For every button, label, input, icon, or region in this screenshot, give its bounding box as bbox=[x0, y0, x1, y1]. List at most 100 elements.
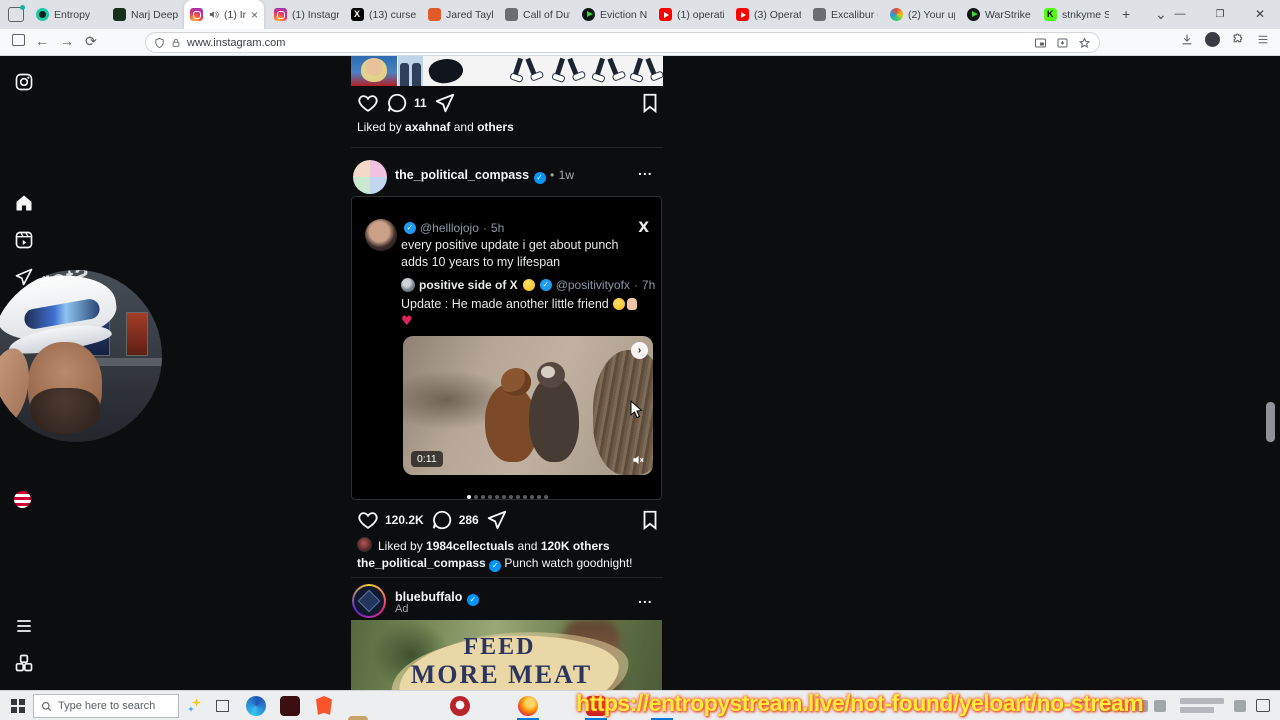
post-divider bbox=[351, 147, 663, 148]
tab-jared-taylor[interactable]: Jared Taylor | bbox=[422, 0, 499, 29]
post-media-tweet-embed[interactable]: ✓ @helllojojo · 5h X every positive upda… bbox=[351, 196, 662, 500]
comment-icon[interactable] bbox=[386, 92, 408, 114]
taskbar-clock[interactable] bbox=[1180, 698, 1224, 716]
address-bar[interactable]: www.instagram.com bbox=[145, 32, 1100, 53]
face-emoji bbox=[522, 279, 535, 291]
taskbar-app-red-icon[interactable] bbox=[450, 696, 470, 716]
window-close-button[interactable]: ✕ bbox=[1240, 0, 1280, 29]
tab-curse[interactable]: (13) curse - S bbox=[345, 0, 422, 29]
home-icon[interactable] bbox=[14, 193, 34, 213]
taskbar-app-tan-icon[interactable] bbox=[348, 716, 368, 720]
ad-headline-line2: MORE MEAT bbox=[410, 660, 593, 689]
taskbar-firefox-icon[interactable] bbox=[518, 696, 538, 716]
like-heart-icon[interactable] bbox=[357, 509, 379, 531]
bookmark-star-icon[interactable] bbox=[1078, 36, 1091, 49]
menu-hamburger-icon[interactable] bbox=[14, 616, 34, 636]
meta-apps-icon[interactable] bbox=[14, 653, 34, 673]
tracking-shield-icon[interactable] bbox=[154, 37, 165, 49]
tab-entropy[interactable]: Entropy bbox=[30, 0, 107, 29]
notification-center-icon[interactable] bbox=[1256, 699, 1270, 712]
forward-button[interactable]: → bbox=[60, 33, 74, 49]
tab-your-uploads[interactable]: (2) Your uploa bbox=[884, 0, 961, 29]
tab-manager-icon[interactable] bbox=[8, 5, 25, 22]
downloads-icon[interactable] bbox=[1180, 33, 1194, 46]
url-text[interactable]: www.instagram.com bbox=[187, 37, 1028, 49]
pleading-face-emoji bbox=[613, 298, 626, 310]
task-view-icon[interactable] bbox=[216, 700, 229, 712]
window-minimize-button[interactable]: — bbox=[1160, 0, 1200, 29]
instagram-logo-icon[interactable] bbox=[14, 72, 34, 92]
tab-operation-1[interactable]: (1) operation bbox=[653, 0, 730, 29]
x-verified-badge: ✓ bbox=[539, 279, 552, 291]
comment-count: 11 bbox=[414, 96, 427, 110]
taskbar-app-darkred-icon[interactable] bbox=[280, 696, 300, 716]
bookmark-icon[interactable] bbox=[639, 92, 661, 114]
bookmark-icon[interactable] bbox=[639, 509, 661, 531]
post-options-button[interactable]: ... bbox=[638, 162, 653, 178]
entropy-favicon bbox=[36, 8, 49, 21]
share-icon[interactable] bbox=[486, 509, 508, 531]
tab-kick-stream[interactable]: stnkyme Strea bbox=[1038, 0, 1115, 29]
liked-by-row[interactable]: Liked by 1984cellectuals and 120K others bbox=[378, 539, 610, 553]
gray-favicon bbox=[813, 8, 826, 21]
taskbar-search-box[interactable]: Type here to search bbox=[33, 694, 179, 718]
tab-instagram-active[interactable]: (1) Inst × bbox=[184, 0, 264, 29]
ad-label: Ad bbox=[395, 603, 409, 615]
verified-badge: ✓ bbox=[489, 560, 502, 572]
carousel-dots[interactable] bbox=[352, 486, 661, 499]
liked-by-row[interactable]: Liked by axahnaf and others bbox=[357, 120, 514, 134]
extensions-icon[interactable] bbox=[1231, 33, 1245, 46]
quoted-tweet[interactable]: positive side of X ✓ @positivityofx · 7h… bbox=[401, 278, 657, 476]
tab-close-icon[interactable]: × bbox=[251, 9, 258, 21]
tab-eviction[interactable]: Eviction Notic bbox=[576, 0, 653, 29]
tray-icon[interactable] bbox=[1234, 700, 1246, 712]
stream-watermark: https://entropystream.live/not-found/yel… bbox=[576, 690, 1144, 716]
copilot-icon[interactable] bbox=[188, 697, 205, 714]
post-options-button[interactable]: ... bbox=[638, 590, 653, 606]
split-window-icon[interactable] bbox=[12, 34, 25, 46]
tab-operation-3[interactable]: (3) Operation bbox=[730, 0, 807, 29]
browser-menu-icon[interactable] bbox=[1256, 33, 1270, 46]
tab-narj[interactable]: Narj Deepslic bbox=[107, 0, 184, 29]
walking-legs bbox=[551, 57, 585, 85]
profile-avatar[interactable] bbox=[14, 491, 31, 508]
liker-mini-avatar[interactable] bbox=[357, 537, 372, 552]
mute-audio-icon[interactable] bbox=[631, 453, 645, 467]
tray-icon[interactable] bbox=[1154, 700, 1166, 712]
tab-warstrike[interactable]: WarStrike bbox=[961, 0, 1038, 29]
comment-icon[interactable] bbox=[431, 509, 453, 531]
instagram-page: 11 Liked by axahnaf and others the_polit… bbox=[0, 56, 1280, 690]
tab-instagram-2[interactable]: (1) Instagram bbox=[268, 0, 345, 29]
comment-count: 286 bbox=[458, 513, 479, 527]
browser-profile-avatar[interactable] bbox=[1205, 32, 1220, 47]
mouse-cursor bbox=[630, 400, 643, 418]
reload-button[interactable]: ⟳ bbox=[85, 33, 97, 50]
post-author-avatar[interactable] bbox=[353, 160, 387, 194]
red-heart-emoji: ♥ bbox=[401, 313, 413, 329]
tweet-author-row[interactable]: ✓ @helllojojo · 5h bbox=[404, 221, 504, 235]
tab-audio-icon[interactable] bbox=[208, 9, 219, 20]
new-tab-button[interactable]: + bbox=[1122, 6, 1130, 22]
install-app-icon[interactable] bbox=[1056, 37, 1069, 49]
tab-excalibur[interactable]: Excalibur (19 bbox=[807, 0, 884, 29]
browser-toolbar: ← → ⟳ www.instagram.com bbox=[0, 29, 1280, 56]
start-button[interactable] bbox=[11, 699, 25, 713]
ad-author-avatar[interactable] bbox=[352, 584, 386, 618]
like-heart-icon[interactable] bbox=[357, 92, 379, 114]
taskbar-edge-icon[interactable] bbox=[246, 696, 266, 716]
window-maximize-button[interactable]: ❐ bbox=[1200, 0, 1240, 29]
ad-image[interactable]: FEED MORE MEAT bbox=[351, 620, 662, 690]
share-icon[interactable] bbox=[434, 92, 456, 114]
lock-icon[interactable] bbox=[171, 37, 181, 49]
tab-call-of-duty[interactable]: Call of Duty N bbox=[499, 0, 576, 29]
previous-post-image[interactable] bbox=[351, 56, 663, 86]
taskbar-brave-icon[interactable] bbox=[314, 696, 334, 716]
reels-icon[interactable] bbox=[14, 230, 34, 250]
picture-in-picture-icon[interactable] bbox=[1034, 37, 1047, 49]
post-author-row[interactable]: the_political_compass ✓ • 1w bbox=[395, 166, 574, 184]
page-scrollbar-thumb[interactable] bbox=[1266, 402, 1275, 442]
x-logo-icon[interactable]: X bbox=[638, 220, 649, 236]
monkey-video[interactable]: 0:11 › bbox=[403, 336, 653, 476]
back-button[interactable]: ← bbox=[35, 33, 49, 49]
tweet-author-avatar[interactable] bbox=[365, 219, 397, 251]
